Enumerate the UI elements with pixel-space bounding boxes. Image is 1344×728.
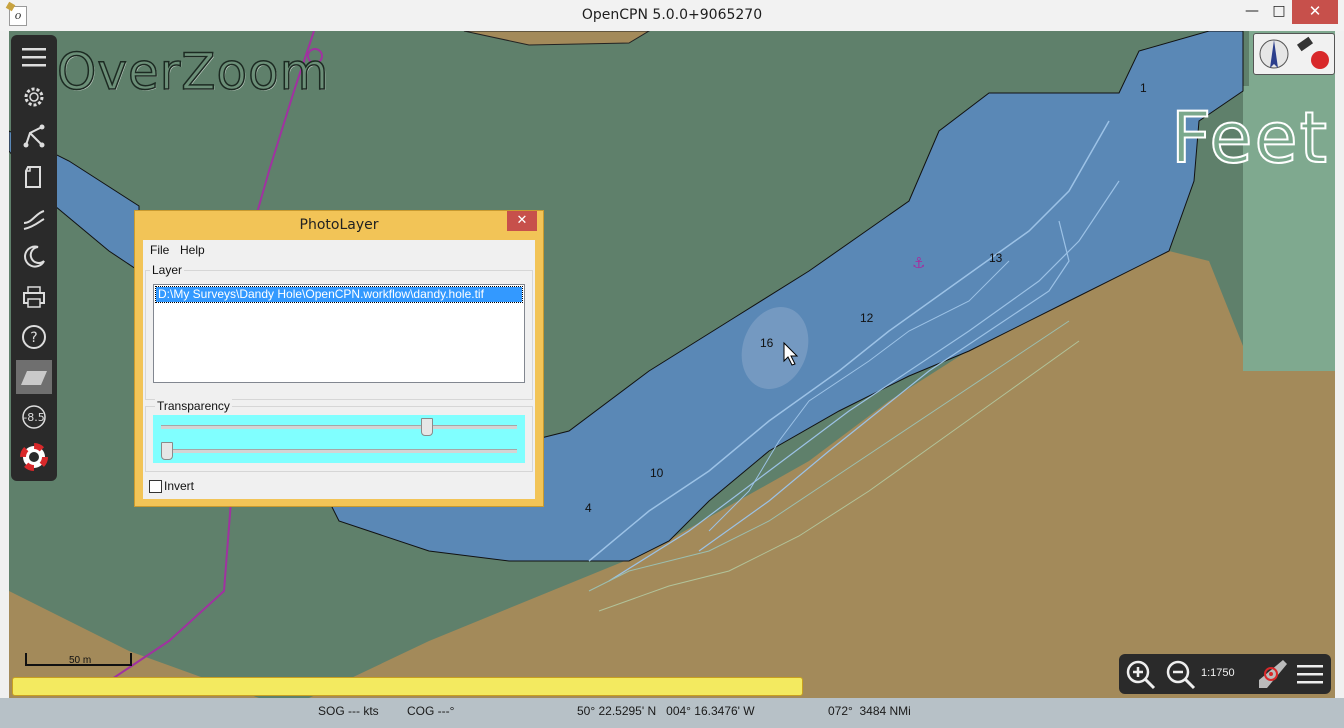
- status-bearing-distance: 072° 3484 NMi: [828, 704, 911, 718]
- depth-sounding: 10: [650, 466, 664, 480]
- dialog-menubar: File Help: [143, 240, 535, 260]
- overzoom-watermark: OverZoom: [56, 42, 330, 102]
- depth-sounding: 1: [1140, 81, 1147, 95]
- chart-scale-readout: 1:1750: [1201, 667, 1235, 679]
- lifebuoy-icon: [20, 443, 48, 471]
- zoom-out-icon[interactable]: [1165, 659, 1197, 691]
- transparency-slider-track[interactable]: [161, 425, 517, 429]
- depth-sounding: 12: [860, 311, 874, 325]
- layer-group-label: Layer: [150, 263, 185, 277]
- ownship-icon[interactable]: [1255, 658, 1289, 690]
- settings-button[interactable]: [16, 80, 52, 114]
- menu-file[interactable]: File: [150, 243, 169, 257]
- help-button[interactable]: ?: [16, 320, 52, 354]
- chart-bar[interactable]: [12, 677, 803, 696]
- help-icon: ?: [22, 325, 46, 349]
- maximize-button[interactable]: □: [1262, 0, 1296, 24]
- invert-checkbox[interactable]: [149, 480, 162, 493]
- status-cog: COG ---°: [407, 704, 455, 718]
- gear-icon: [24, 87, 44, 107]
- tide-button[interactable]: -8.5: [16, 400, 52, 434]
- svg-text:-8.5: -8.5: [23, 411, 44, 424]
- scale-bar-label: 50 m: [69, 655, 92, 666]
- zoom-in-icon[interactable]: [1125, 659, 1157, 691]
- status-sog: SOG --- kts: [318, 704, 379, 718]
- invert-label: Invert: [164, 479, 195, 493]
- second-slider-track[interactable]: [161, 449, 517, 453]
- depth-sounding: 16: [760, 336, 774, 350]
- status-bar: SOG --- kts COG ---° 50° 22.5295' N 004°…: [0, 698, 1344, 728]
- main-toolbar: ? -8.5: [11, 35, 57, 481]
- depth-sounding: 4: [585, 501, 592, 515]
- depth-sounding: 13: [989, 251, 1003, 265]
- compass-widget[interactable]: [1253, 33, 1335, 75]
- route-icon: [23, 124, 45, 148]
- second-slider-thumb[interactable]: [161, 442, 173, 460]
- layer-list-item[interactable]: D:\My Surveys\Dandy Hole\OpenCPN.workflo…: [155, 286, 523, 303]
- hamburger-icon: [22, 48, 46, 67]
- document-icon: [25, 166, 41, 188]
- north-arrow-icon: [1259, 39, 1289, 69]
- chart-bar-menu-icon[interactable]: [1295, 662, 1325, 686]
- track-icon: [23, 210, 45, 230]
- route-manager-button[interactable]: [16, 160, 52, 194]
- anchor-icon: ⚓: [912, 254, 925, 272]
- color-scheme-button[interactable]: [16, 240, 52, 274]
- top-sand-patch: [463, 31, 650, 46]
- dialog-close-button[interactable]: ✕: [507, 211, 537, 231]
- zoom-panel: 1:1750: [1119, 654, 1331, 694]
- gps-status-icon: [1296, 36, 1329, 69]
- menu-button[interactable]: [16, 40, 52, 74]
- photolayer-button[interactable]: [16, 360, 52, 394]
- transparency-slider-thumb[interactable]: [420, 418, 433, 436]
- status-position: 50° 22.5295' N 004° 16.3476' W: [577, 704, 755, 718]
- layer-list[interactable]: D:\My Surveys\Dandy Hole\OpenCPN.workflo…: [153, 284, 525, 383]
- print-button[interactable]: [16, 280, 52, 314]
- transparency-sliders: [153, 415, 525, 463]
- dialog-title: PhotoLayer: [299, 217, 379, 233]
- close-button[interactable]: ✕: [1292, 0, 1338, 24]
- svg-text:?: ?: [30, 330, 37, 346]
- man-overboard-button[interactable]: [16, 440, 52, 474]
- track-button[interactable]: [16, 200, 52, 234]
- depth-units-watermark: Feet: [1170, 96, 1330, 180]
- tide-icon: -8.5: [22, 405, 46, 429]
- drying-strip: [1243, 31, 1335, 371]
- transparency-group-label: Transparency: [155, 399, 232, 413]
- dialog-body: File Help Layer D:\My Surveys\Dandy Hole…: [143, 240, 535, 499]
- photolayer-dialog: PhotoLayer ✕ File Help Layer D:\My Surve…: [134, 210, 544, 507]
- menu-help[interactable]: Help: [180, 243, 205, 257]
- title-bar: o OpenCPN 5.0.0+9065270 — □ ✕: [0, 0, 1344, 31]
- layer-icon: [21, 371, 47, 385]
- printer-icon: [23, 286, 45, 308]
- window-title: OpenCPN 5.0.0+9065270: [581, 7, 763, 23]
- moon-icon: [24, 245, 45, 268]
- route-button[interactable]: [16, 120, 52, 154]
